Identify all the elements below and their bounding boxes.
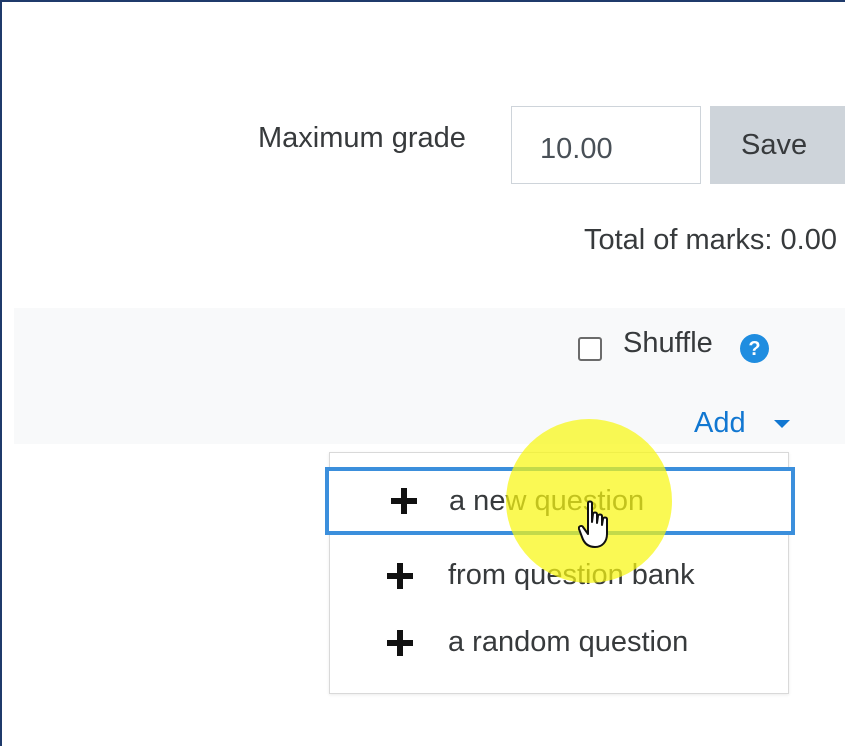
menu-item-new-question[interactable]: a new question <box>325 467 795 535</box>
menu-item-label: from question bank <box>448 559 695 591</box>
shuffle-label: Shuffle <box>623 327 713 359</box>
hand-pointer-icon <box>578 500 608 548</box>
maximum-grade-label: Maximum grade <box>258 122 466 154</box>
shuffle-checkbox[interactable] <box>578 337 602 361</box>
save-button[interactable]: Save <box>710 106 845 184</box>
menu-item-random-question[interactable]: a random question <box>330 611 790 679</box>
menu-item-question-bank[interactable]: from question bank <box>330 543 790 611</box>
total-marks: Total of marks: 0.00 <box>583 224 837 256</box>
add-menu-toggle[interactable]: Add <box>694 407 746 440</box>
plus-icon <box>387 563 413 589</box>
menu-item-label: a new question <box>449 485 645 517</box>
help-icon[interactable]: ? <box>740 334 769 363</box>
caret-down-icon[interactable] <box>774 420 790 428</box>
plus-icon <box>387 630 413 656</box>
plus-icon <box>391 488 417 514</box>
maximum-grade-input[interactable] <box>511 106 701 184</box>
add-dropdown-menu: a new question from question bank a rand… <box>325 452 795 694</box>
menu-item-label: a random question <box>448 626 689 658</box>
